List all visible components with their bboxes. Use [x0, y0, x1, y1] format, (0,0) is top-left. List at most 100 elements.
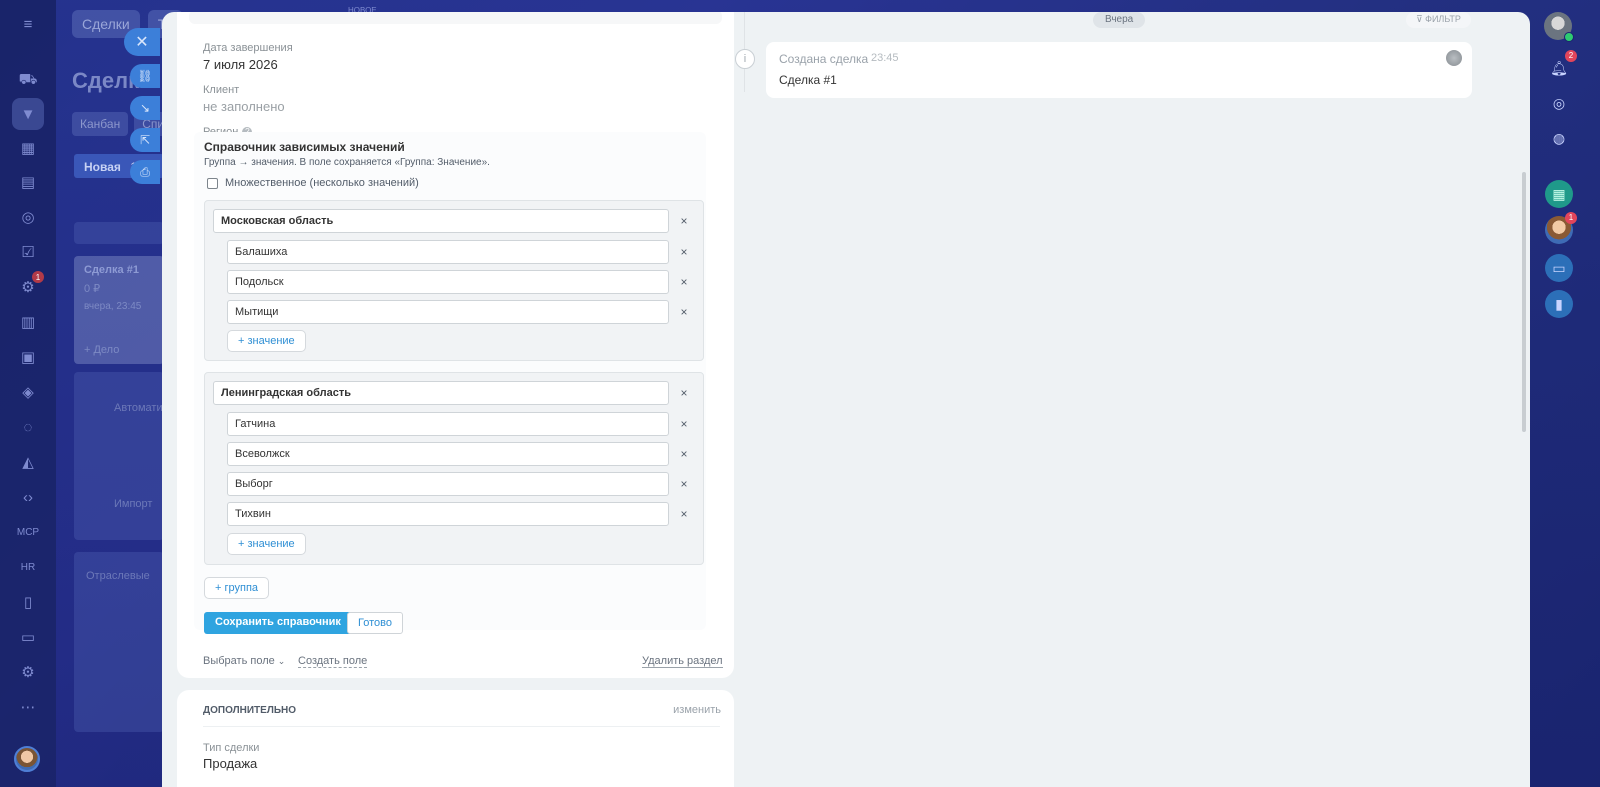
add-value-button[interactable]: + значение: [227, 533, 306, 555]
close-slider-button[interactable]: ✕: [124, 28, 160, 56]
open-channels-button[interactable]: ▭: [1545, 254, 1573, 282]
tab-kanban[interactable]: Канбан: [72, 112, 129, 136]
remove-value-button[interactable]: ×: [677, 507, 691, 521]
card-date: вчера, 23:45: [84, 301, 142, 312]
value-input[interactable]: Тихвин: [227, 502, 669, 526]
warehouse-icon[interactable]: ▤: [16, 170, 40, 194]
multiple-values-option[interactable]: Множественное (несколько значений): [207, 177, 419, 189]
knowledge-icon[interactable]: ▯: [16, 590, 40, 614]
value-input[interactable]: Балашиха: [227, 240, 669, 264]
left-navigation-rail: ≡ ⛟ ▼ ▦ ▤ ◎ ☑ ⚙ 1 ▥ ▣ ◈ ◌ ◭ ‹› MCP HR ▯ …: [0, 0, 56, 787]
delete-section-link[interactable]: Удалить раздел: [642, 655, 723, 668]
column-name: Новая: [84, 160, 121, 174]
edit-section-link[interactable]: изменить: [673, 704, 721, 716]
robot-icon[interactable]: ◈: [16, 380, 40, 404]
minimize-button[interactable]: ↘: [130, 96, 160, 120]
dictionary-group: Московская область × Балашиха × Подольск…: [204, 200, 704, 361]
remove-group-button[interactable]: ×: [677, 386, 691, 400]
day-separator: Вчера: [1093, 12, 1146, 28]
print-button[interactable]: ⎙: [130, 160, 160, 184]
notifications-button[interactable]: 🔔︎ 2: [1545, 50, 1577, 82]
add-group-button[interactable]: + группа: [204, 577, 270, 599]
client-label: Клиент: [203, 84, 240, 96]
filter-label: ФИЛЬТР: [1425, 14, 1461, 24]
print-icon: ⎙: [140, 164, 150, 179]
info-icon: i: [735, 49, 755, 69]
multiple-values-label: Множественное (несколько значений): [225, 177, 419, 189]
value-input[interactable]: Выборг: [227, 472, 669, 496]
group-name-input[interactable]: Ленинградская область: [213, 381, 669, 405]
chevron-down-icon: ⌄: [277, 656, 286, 666]
remove-value-button[interactable]: ×: [677, 305, 691, 319]
calendar-icon[interactable]: ▦: [16, 136, 40, 160]
remove-group-button[interactable]: ×: [677, 214, 691, 228]
group-name-input[interactable]: Московская область: [213, 209, 669, 233]
value-input[interactable]: Мытищи: [227, 300, 669, 324]
done-button[interactable]: Готово: [347, 612, 403, 634]
main-section-card: Дата завершения 7 июля 2026 Клиент не за…: [177, 12, 734, 678]
tasks-icon[interactable]: ☑: [16, 240, 40, 264]
dictionary-group: Ленинградская область × Гатчина × Всевол…: [204, 372, 704, 565]
menu-icon[interactable]: ≡: [16, 12, 40, 36]
copy-link-button[interactable]: ⛓: [130, 64, 160, 88]
open-new-window-button[interactable]: ⇱: [130, 128, 160, 152]
more-icon[interactable]: ⋯: [16, 695, 40, 719]
developer-icon[interactable]: ‹›: [16, 485, 40, 509]
current-user-avatar[interactable]: [1544, 12, 1574, 42]
contact-avatar[interactable]: 1: [1545, 212, 1577, 244]
filter-icon: ⊽: [1416, 14, 1423, 24]
scrollbar[interactable]: [1522, 172, 1526, 432]
value-input[interactable]: Подольск: [227, 270, 669, 294]
timeline-filter-button[interactable]: ⊽ ФИЛЬТР: [1406, 12, 1471, 28]
kanban-quick-add[interactable]: [74, 222, 164, 244]
automation-label: Автомати: [114, 402, 163, 414]
card-amount: 0 ₽: [84, 283, 101, 295]
remove-value-button[interactable]: ×: [677, 275, 691, 289]
automation-block: Автомати Импорт: [74, 372, 164, 540]
mcp-icon[interactable]: MCP: [16, 520, 40, 544]
chat-badge: 1: [1565, 212, 1577, 224]
hr-icon[interactable]: HR: [16, 555, 40, 579]
analytics-icon[interactable]: ▥: [16, 310, 40, 334]
remove-value-button[interactable]: ×: [677, 245, 691, 259]
funnel-icon[interactable]: ▼: [12, 98, 44, 130]
add-value-button[interactable]: + значение: [227, 330, 306, 352]
event-time: 23:45: [871, 52, 899, 64]
spiral-icon: ◎: [1552, 94, 1566, 111]
bookmark-icon: ▮: [1555, 295, 1563, 312]
automation-icon[interactable]: ⚙ 1: [16, 271, 44, 299]
kanban-deal-card[interactable]: Сделка #1 0 ₽ вчера, 23:45 + Дело: [74, 256, 164, 364]
value-input[interactable]: Всеволжск: [227, 442, 669, 466]
completion-date-value[interactable]: 7 июля 2026: [203, 57, 278, 72]
cart-icon[interactable]: ⛟: [16, 68, 40, 92]
client-value[interactable]: не заполнено: [203, 99, 285, 114]
create-field-link[interactable]: Создать поле: [298, 655, 368, 668]
settings-icon[interactable]: ⚙: [16, 660, 40, 684]
notifications-badge: 2: [1565, 50, 1577, 62]
market-icon[interactable]: ◭: [16, 450, 40, 474]
value-input[interactable]: Гатчина: [227, 412, 669, 436]
target-icon[interactable]: ◎: [16, 205, 40, 229]
remove-value-button[interactable]: ×: [677, 417, 691, 431]
help-icon[interactable]: ◌: [16, 415, 40, 439]
section-title: ДОПОЛНИТЕЛЬНО: [203, 705, 297, 716]
chat-search-button[interactable]: ◍: [1545, 124, 1573, 152]
multiple-values-checkbox[interactable]: [207, 177, 218, 189]
remove-value-button[interactable]: ×: [677, 447, 691, 461]
card-add-activity[interactable]: + Дело: [84, 344, 154, 356]
additional-section-card: ДОПОЛНИТЕЛЬНО изменить Тип сделки Продаж…: [177, 690, 734, 787]
app-button[interactable]: ▦: [1545, 180, 1573, 208]
documents-icon[interactable]: ▭: [16, 625, 40, 649]
import-label: Импорт: [114, 498, 153, 510]
messages-icon[interactable]: ▣: [16, 345, 40, 369]
copilot-button[interactable]: ◎: [1545, 89, 1573, 117]
deal-type-label: Тип сделки: [203, 742, 260, 754]
bookmark-button[interactable]: ▮: [1545, 290, 1573, 318]
event-text[interactable]: Сделка #1: [779, 73, 837, 87]
deal-type-value[interactable]: Продажа: [203, 756, 257, 771]
save-dictionary-button[interactable]: Сохранить справочник: [204, 612, 352, 634]
choose-field-dropdown[interactable]: Выбрать поле ⌄: [203, 655, 285, 667]
remove-value-button[interactable]: ×: [677, 477, 691, 491]
author-avatar[interactable]: [1446, 50, 1462, 66]
user-avatar-bottom[interactable]: [14, 746, 40, 772]
